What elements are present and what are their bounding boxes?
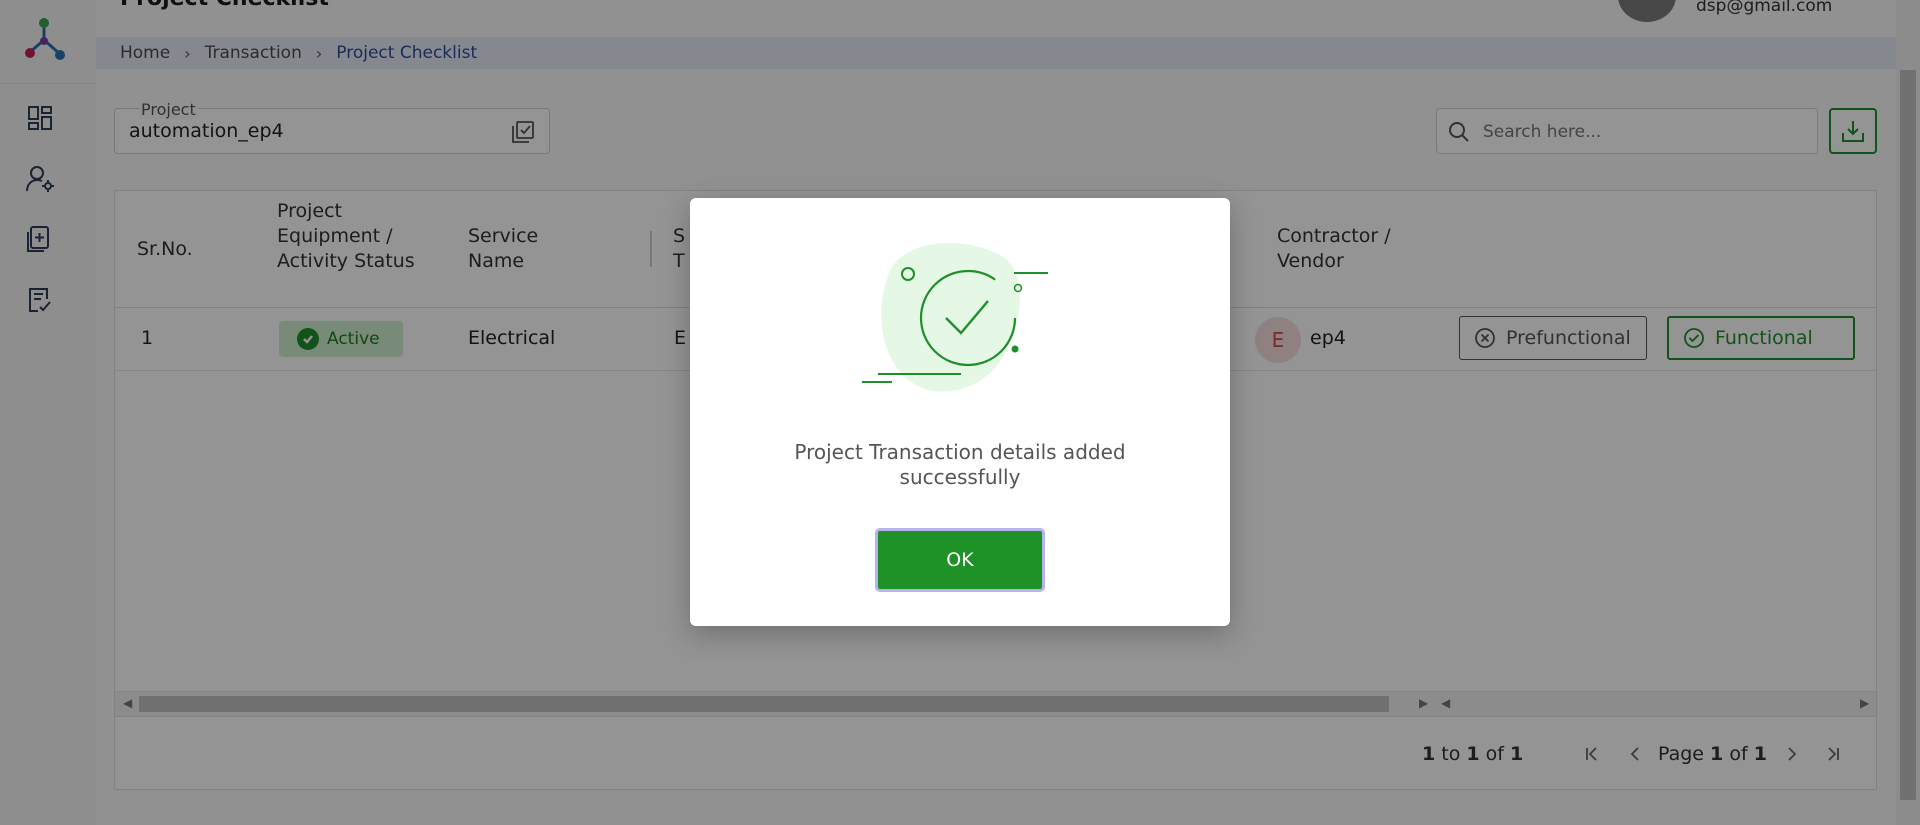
success-illustration <box>858 236 1062 400</box>
success-dialog: Project Transaction details added succes… <box>690 198 1230 626</box>
dialog-message: Project Transaction details added succes… <box>794 440 1126 489</box>
ok-button[interactable]: OK <box>875 528 1045 592</box>
